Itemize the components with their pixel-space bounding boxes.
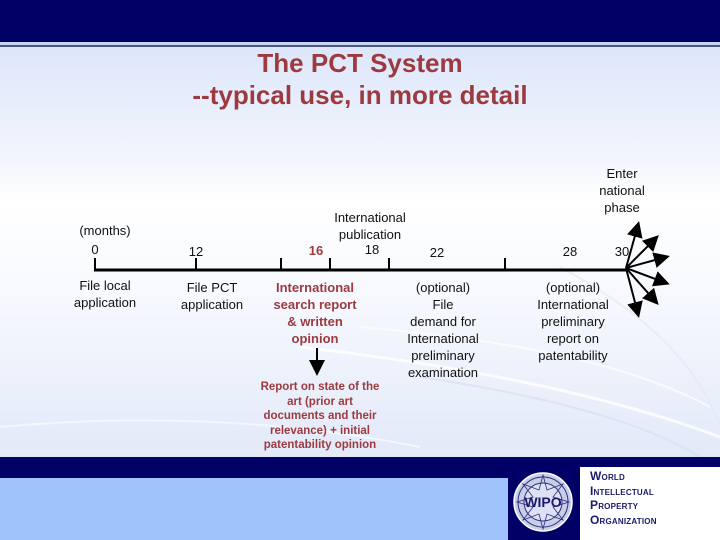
tick-label-22: 22 <box>429 245 445 260</box>
tick-label-12: 12 <box>188 244 204 259</box>
tick-label-16: 16 <box>308 243 324 258</box>
tick-label-30: 30 <box>614 244 630 259</box>
international-publication-label: International publication <box>334 210 406 242</box>
isr-detail-description: Report on state of the art (prior art do… <box>260 381 380 451</box>
event-file-pct-application: File PCT application <box>180 280 244 312</box>
wipo-emblem-text: WIPO <box>524 494 561 510</box>
event-demand-for-preliminary-examination: (optional) File demand for International… <box>407 280 479 380</box>
event-file-local-application: File local application <box>73 278 137 310</box>
months-unit-label: (months) <box>79 223 131 238</box>
event-international-search-report: International search report & written op… <box>273 280 357 346</box>
wipo-emblem-icon: WIPO <box>513 472 573 532</box>
event-preliminary-report-on-patentability: (optional) International preliminary rep… <box>537 280 609 363</box>
tick-label-0: 0 <box>91 242 99 257</box>
enter-national-phase-label: Enter national phase <box>599 166 645 215</box>
tick-label-28: 28 <box>562 244 578 259</box>
organization-name: World Intellectual Property Organization <box>590 469 657 527</box>
tick-label-18: 18 <box>364 242 380 257</box>
